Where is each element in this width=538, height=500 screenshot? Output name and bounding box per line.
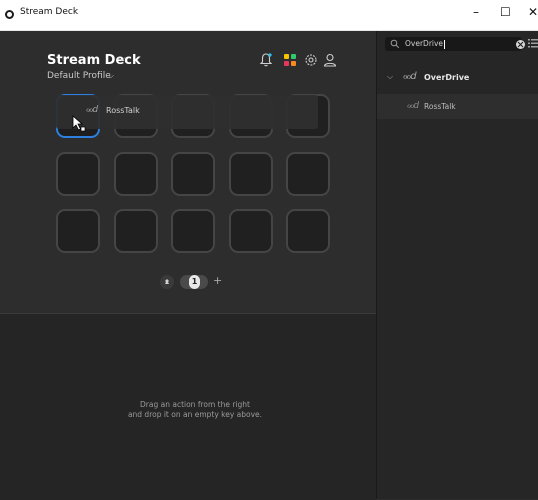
device-selector[interactable]: Stream Deck	[47, 53, 141, 68]
overdrive-logo-icon: ℴℴd	[407, 101, 419, 111]
current-page-number: 1	[189, 275, 200, 289]
key-slot[interactable]	[286, 209, 330, 253]
search-input[interactable]: OverDrive	[405, 39, 446, 49]
search-icon	[390, 39, 400, 49]
key-slot[interactable]	[56, 209, 100, 253]
actions-sidebar: OverDrive ⌵ ℴℴd OverDrive ℴℴd RossTalk	[377, 31, 538, 499]
minimize-button[interactable]: –	[473, 5, 479, 19]
category-overdrive[interactable]: ⌵ ℴℴd OverDrive	[377, 67, 538, 87]
pin-icon	[165, 279, 169, 284]
overdrive-logo-icon: ℴℴd	[86, 105, 98, 115]
gear-icon[interactable]	[303, 52, 319, 68]
search-query-text: OverDrive	[405, 39, 444, 48]
category-label: OverDrive	[424, 73, 470, 82]
list-view-icon[interactable]	[528, 37, 538, 49]
maximize-button[interactable]: ☐	[500, 5, 511, 19]
device-chevron-down-icon[interactable]: ⌵	[118, 53, 126, 64]
key-slot[interactable]	[114, 209, 158, 253]
profile-selector[interactable]: Default Profile	[47, 71, 111, 81]
chevron-down-icon[interactable]: ⌵	[387, 72, 393, 82]
stream-deck-window: Stream Deck – ☐ ✕ Stream Deck ⌵ Default …	[0, 0, 538, 500]
marketplace-icon[interactable]	[282, 52, 298, 68]
pin-page-button[interactable]	[160, 275, 174, 289]
dragged-action-label: RossTalk	[106, 106, 140, 115]
action-search-field[interactable]: OverDrive	[385, 37, 525, 51]
stream-deck-app-icon	[5, 10, 14, 19]
text-caret	[444, 39, 446, 49]
profile-chevron-down-icon[interactable]: ⌵	[108, 71, 114, 81]
user-account-icon[interactable]	[322, 52, 338, 68]
window-title: Stream Deck	[20, 7, 79, 17]
key-slot[interactable]	[171, 209, 215, 253]
drag-hint-text: Drag an action from the right and drop i…	[110, 400, 280, 420]
key-slot[interactable]	[171, 152, 215, 196]
page-indicator[interactable]: 1	[180, 275, 208, 289]
key-slot[interactable]	[56, 152, 100, 196]
key-slot[interactable]	[229, 152, 273, 196]
bell-icon[interactable]	[258, 52, 274, 68]
drag-hint-line-1: Drag an action from the right	[140, 400, 250, 409]
mouse-pointer-icon	[72, 115, 86, 132]
title-bar: Stream Deck – ☐ ✕	[0, 0, 538, 31]
action-label: RossTalk	[424, 102, 456, 111]
overdrive-logo-icon: ℴℴd	[403, 71, 417, 82]
key-slot[interactable]	[229, 209, 273, 253]
drag-hint-line-2: and drop it on an empty key above.	[127, 410, 263, 419]
clear-search-icon[interactable]	[516, 40, 525, 49]
key-slot[interactable]	[286, 152, 330, 196]
add-page-button[interactable]: +	[213, 274, 222, 287]
canvas-panel: Stream Deck ⌵ Default Profile ⌵ ℴℴd Ross…	[0, 31, 376, 500]
key-slot[interactable]	[114, 152, 158, 196]
close-button[interactable]: ✕	[528, 5, 538, 19]
action-item-rosstalk[interactable]: ℴℴd RossTalk	[377, 94, 538, 119]
